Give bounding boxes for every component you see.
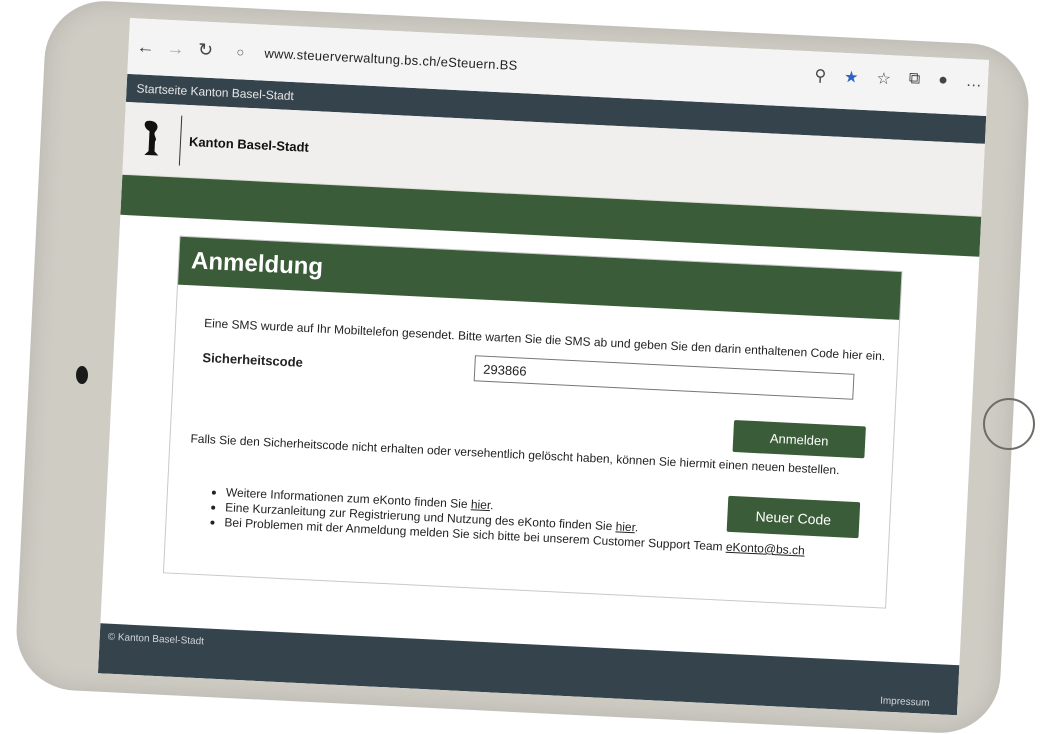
tablet-screen: ← → ↻ ○ www.steuerverwaltung.bs.ch/eSteu… <box>97 18 989 716</box>
guide-link[interactable]: hier <box>615 519 635 534</box>
address-bar[interactable]: ○ www.steuerverwaltung.bs.ch/eSteuern.BS <box>236 36 519 80</box>
basel-staff-logo-icon <box>123 110 182 169</box>
profile-icon[interactable]: ● <box>938 72 948 92</box>
copyright-text: © Kanton Basel-Stadt <box>107 631 205 648</box>
refresh-icon[interactable]: ↻ <box>192 39 219 61</box>
home-button[interactable] <box>983 398 1035 450</box>
forward-arrow-icon[interactable]: → <box>162 37 189 59</box>
tablet-photo: ← → ↻ ○ www.steuerverwaltung.bs.ch/eSteu… <box>0 0 1052 734</box>
impressum-link[interactable]: Impressum <box>880 695 930 708</box>
sms-message: Eine SMS wurde auf Ihr Mobiltelefon gese… <box>203 315 886 364</box>
more-menu-icon[interactable]: … <box>965 73 982 94</box>
home-link[interactable]: Startseite Kanton Basel-Stadt <box>136 81 294 103</box>
security-code-input[interactable] <box>473 355 855 400</box>
address-url[interactable]: www.steuerverwaltung.bs.ch/eSteuern.BS <box>264 45 518 72</box>
favorites-list-icon[interactable]: ☆ <box>876 69 891 90</box>
lock-icon: ○ <box>236 43 245 60</box>
toolbar-icons: ⚲ ★ ☆ ⧉ ● … <box>814 66 982 94</box>
back-arrow-icon[interactable]: ← <box>132 36 159 58</box>
collections-icon[interactable]: ⧉ <box>908 70 920 91</box>
info-links-list: Weitere Informationen zum eKonto finden … <box>208 484 806 558</box>
key-icon[interactable]: ⚲ <box>814 66 827 87</box>
camera-icon <box>76 366 88 384</box>
favorite-star-icon[interactable]: ★ <box>844 67 859 88</box>
canton-name: Kanton Basel-Stadt <box>188 133 310 155</box>
login-form: Eine SMS wurde auf Ihr Mobiltelefon gese… <box>164 285 899 608</box>
security-code-label: Sicherheitscode <box>202 349 304 370</box>
support-email-link[interactable]: eKonto@bs.ch <box>726 540 805 558</box>
info-link[interactable]: hier <box>471 497 491 512</box>
login-card: Anmeldung Eine SMS wurde auf Ihr Mobilte… <box>162 235 903 609</box>
login-button[interactable]: Anmelden <box>732 419 866 459</box>
